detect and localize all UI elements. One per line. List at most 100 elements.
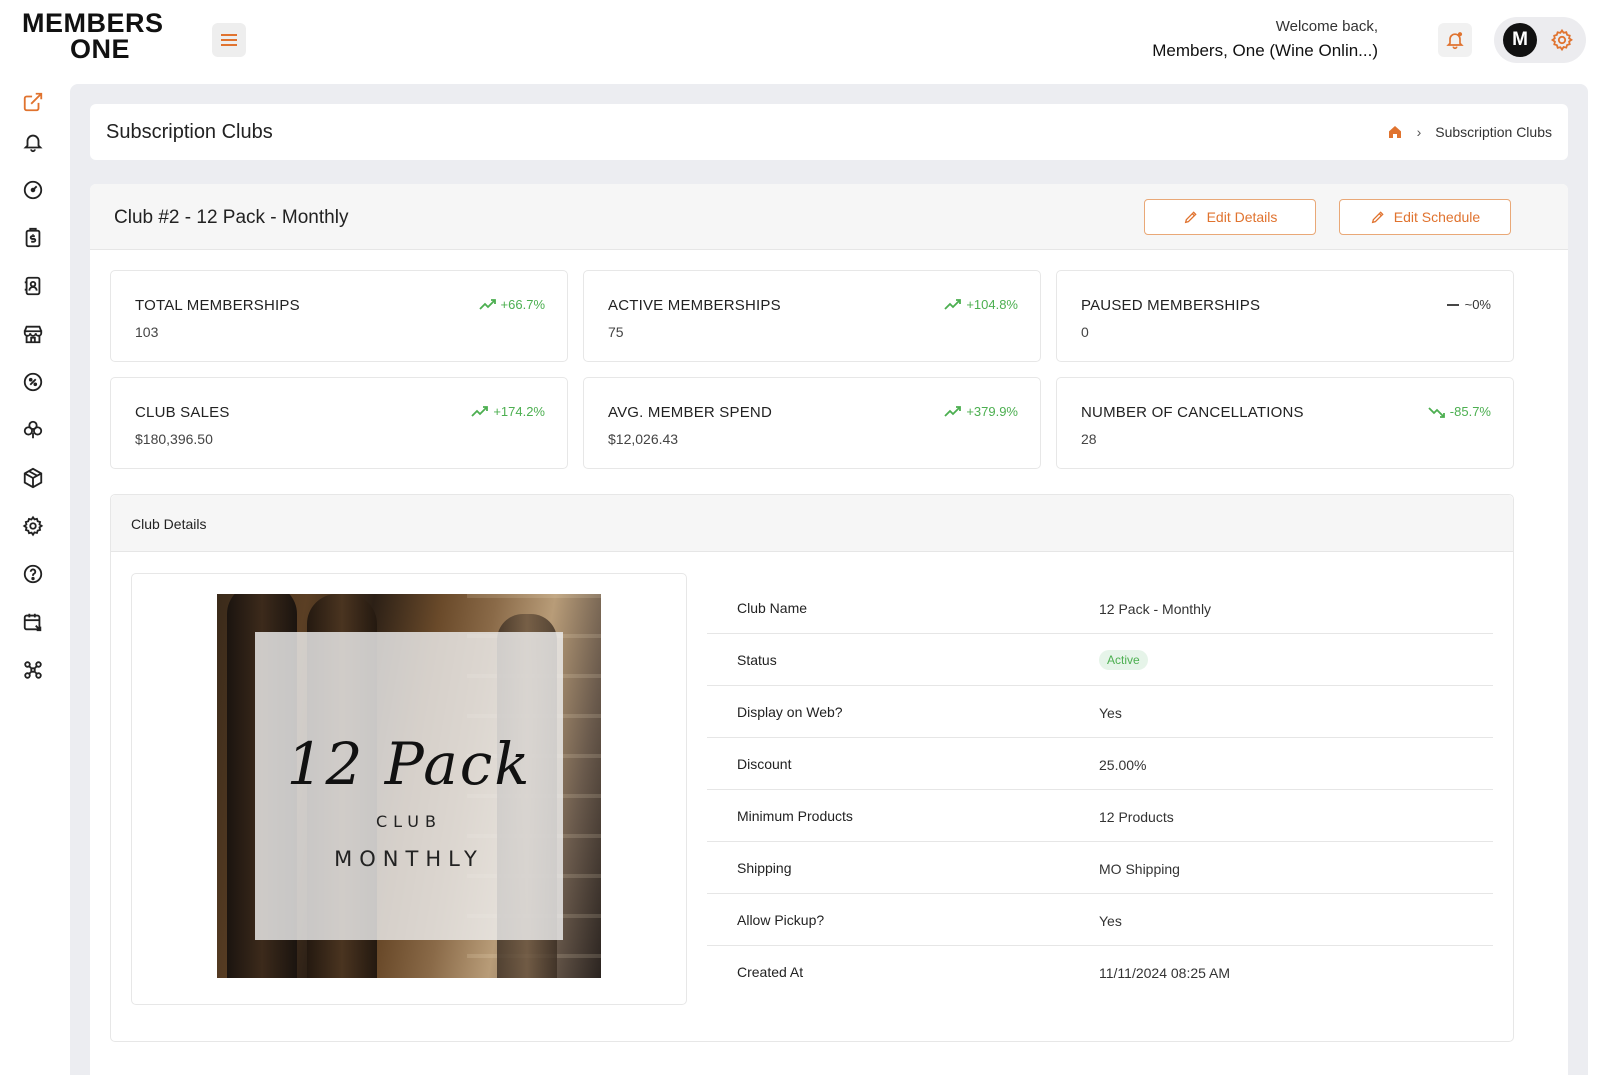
stat-value: 0 (1081, 324, 1089, 340)
dashboard-gauge-icon (23, 180, 43, 200)
store-icon (23, 325, 43, 344)
trend-up-icon (944, 405, 962, 417)
details-key: Shipping (737, 860, 792, 876)
sidebar-item-contacts[interactable] (21, 274, 45, 298)
details-value: MO Shipping (1099, 861, 1180, 877)
stat-value: $12,026.43 (608, 431, 679, 447)
details-row-allow-pickup: Allow Pickup? Yes (707, 894, 1493, 946)
stat-value: 103 (135, 324, 159, 340)
bell-notification-icon (1446, 32, 1464, 50)
sidebar-item-products[interactable] (21, 466, 45, 490)
trend-up-icon (944, 298, 962, 310)
stat-change: ~0% (1445, 297, 1491, 312)
details-key: Discount (737, 756, 792, 772)
user-menu[interactable]: M (1494, 17, 1586, 63)
status-badge: Active (1099, 650, 1148, 670)
stat-card-paused-memberships: PAUSED MEMBERSHIPS 0 ~0% (1056, 270, 1514, 362)
sidebar-item-discounts[interactable] (21, 370, 45, 394)
trend-down-icon (1428, 406, 1445, 418)
details-value: 12 Products (1099, 809, 1174, 825)
details-key: Allow Pickup? (737, 912, 825, 928)
breadcrumb-current: Subscription Clubs (1435, 124, 1552, 140)
sidebar-item-calendar[interactable] (21, 610, 45, 634)
stat-card-avg-member-spend: AVG. MEMBER SPEND $12,026.43 +379.9% (583, 377, 1041, 469)
stat-label: AVG. MEMBER SPEND (608, 404, 772, 421)
avatar[interactable]: M (1503, 23, 1537, 57)
pencil-icon (1184, 211, 1197, 224)
stat-change-value: ~0% (1464, 297, 1491, 312)
details-value: Yes (1099, 913, 1122, 929)
main-content: Subscription Clubs › Subscription Clubs … (70, 84, 1588, 1075)
trend-flat-icon (1446, 303, 1459, 306)
sidebar-item-settings[interactable] (21, 514, 45, 538)
stat-value: 75 (608, 324, 624, 340)
sidebar-item-dashboard[interactable] (21, 178, 45, 202)
pencil-icon (1371, 211, 1384, 224)
settings-icon (22, 515, 44, 537)
club-card: Club #2 - 12 Pack - Monthly Edit Details… (90, 184, 1568, 1075)
trend-up-icon (478, 298, 496, 310)
details-row-club-name: Club Name 12 Pack - Monthly (707, 582, 1493, 634)
edit-schedule-button[interactable]: Edit Schedule (1339, 199, 1511, 235)
stat-change: +66.7% (478, 297, 545, 312)
sidebar-item-external-link[interactable] (21, 90, 45, 114)
sidebar-item-invoices[interactable] (21, 226, 45, 250)
details-row-shipping: Shipping MO Shipping (707, 842, 1493, 894)
page-header: Subscription Clubs › Subscription Clubs (90, 104, 1568, 160)
logo-line-2: ONE (70, 34, 131, 64)
image-script-text: 12 Pack (286, 730, 532, 798)
invoice-icon (25, 227, 41, 248)
calendar-icon (23, 613, 42, 632)
club-image: 12 Pack CLUB MONTHLY (217, 594, 601, 978)
details-row-minimum-products: Minimum Products 12 Products (707, 790, 1493, 842)
edit-details-button[interactable]: Edit Details (1144, 199, 1316, 235)
home-icon[interactable] (1387, 124, 1403, 140)
image-overlay: 12 Pack CLUB MONTHLY (255, 632, 563, 940)
details-row-status: Status Active (707, 634, 1493, 686)
welcome-block: Welcome back, Members, One (Wine Onlin..… (1152, 18, 1378, 61)
stat-card-active-memberships: ACTIVE MEMBERSHIPS 75 +104.8% (583, 270, 1041, 362)
club-details-header: Club Details (111, 495, 1513, 552)
stat-label: CLUB SALES (135, 404, 230, 421)
stat-change-value: +379.9% (966, 404, 1018, 419)
details-key: Status (737, 652, 777, 668)
stat-label: NUMBER OF CANCELLATIONS (1081, 404, 1304, 421)
sidebar-item-integrations[interactable] (21, 658, 45, 682)
sidebar-item-store[interactable] (21, 322, 45, 346)
sidebar-item-clubs[interactable] (21, 418, 45, 442)
details-row-created-at: Created At 11/11/2024 08:25 AM (707, 946, 1493, 998)
sidebar-item-notifications[interactable] (21, 130, 45, 154)
external-link-icon (23, 92, 43, 112)
stat-label: TOTAL MEMBERSHIPS (135, 297, 300, 314)
stat-change: +104.8% (944, 297, 1018, 312)
stat-change-value: -85.7% (1449, 404, 1491, 419)
stat-change: +174.2% (471, 404, 545, 419)
details-row-display-on-web: Display on Web? Yes (707, 686, 1493, 738)
stat-card-cancellations: NUMBER OF CANCELLATIONS 28 -85.7% (1056, 377, 1514, 469)
hamburger-icon (221, 34, 237, 46)
stat-card-club-sales: CLUB SALES $180,396.50 +174.2% (110, 377, 568, 469)
stat-label: ACTIVE MEMBERSHIPS (608, 297, 781, 314)
menu-toggle-button[interactable] (212, 23, 246, 57)
members-one-logo[interactable]: MEMBERS ONE (22, 10, 172, 66)
logo-line-1: MEMBERS (22, 8, 164, 38)
sidebar-item-help[interactable] (21, 562, 45, 586)
user-name[interactable]: Members, One (Wine Onlin...) (1152, 41, 1378, 61)
trend-up-icon (471, 405, 489, 417)
club-image-box: 12 Pack CLUB MONTHLY (131, 573, 687, 1005)
stat-change: -85.7% (1428, 404, 1491, 419)
stat-value: 28 (1081, 431, 1097, 447)
stat-change-value: +66.7% (500, 297, 545, 312)
breadcrumb: › Subscription Clubs (1387, 124, 1552, 140)
help-icon (23, 564, 43, 584)
notifications-button[interactable] (1438, 23, 1472, 57)
gear-icon[interactable] (1550, 28, 1574, 52)
details-key: Minimum Products (737, 808, 853, 824)
details-key: Created At (737, 964, 804, 980)
image-monthly-text: MONTHLY (334, 847, 484, 871)
details-value: 12 Pack - Monthly (1099, 601, 1212, 617)
club-icon (23, 420, 43, 439)
details-value: Yes (1099, 705, 1122, 721)
details-value: 25.00% (1099, 757, 1147, 773)
contacts-icon (24, 276, 41, 296)
